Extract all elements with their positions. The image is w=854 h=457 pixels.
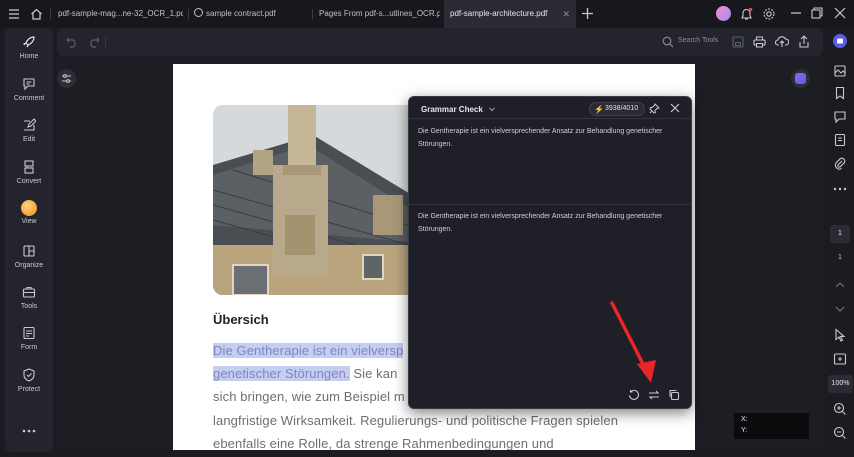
copy-icon[interactable]: [668, 389, 680, 401]
convert-icon: [22, 160, 36, 174]
document-line-5: ebenfalls eine Rolle, da strenge Rahmenb…: [213, 436, 554, 450]
x-coordinate-label: X:: [741, 416, 748, 423]
zoom-level[interactable]: 100%: [828, 375, 853, 393]
edit-icon: [22, 118, 36, 132]
grammar-title[interactable]: Grammar Check: [421, 105, 483, 114]
regenerate-icon[interactable]: [628, 389, 640, 401]
highlighted-text[interactable]: genetischer Störungen.: [213, 366, 350, 381]
comment-icon: [22, 77, 36, 91]
save-icon[interactable]: [732, 36, 744, 48]
replace-icon[interactable]: [648, 389, 660, 401]
close-tab-icon[interactable]: ✕: [562, 0, 570, 28]
redo-icon[interactable]: [88, 36, 100, 48]
avatar[interactable]: [716, 6, 731, 21]
nav-edit[interactable]: Edit: [5, 118, 53, 143]
tab-architecture[interactable]: pdf-sample-architecture.pdf ✕: [444, 0, 576, 28]
document-line-1: Die Gentherapie ist ein vielversp: [213, 343, 404, 358]
document-heading: Übersich: [213, 312, 269, 327]
highlighted-text[interactable]: Die Gentherapie ist ein vielversp: [213, 343, 404, 358]
restore-icon[interactable]: [811, 7, 823, 19]
form-icon: [22, 326, 36, 340]
search-tools-label[interactable]: Search Tools: [678, 37, 718, 44]
notification-icon[interactable]: [740, 7, 753, 21]
coordinate-readout: X: Y:: [734, 413, 809, 439]
shield-icon: [22, 368, 36, 382]
document-line-4: langfristige Wirksamkeit. Regulierungs- …: [213, 413, 619, 428]
close-icon[interactable]: [670, 103, 680, 113]
chevron-down-icon[interactable]: [833, 302, 847, 316]
nav-home[interactable]: Home: [5, 35, 53, 60]
organize-icon: [22, 244, 36, 258]
minimize-icon[interactable]: [790, 7, 802, 19]
share-icon[interactable]: [798, 35, 810, 48]
select-cursor-icon[interactable]: [833, 328, 847, 342]
total-pages: 1: [838, 254, 842, 261]
nav-tools[interactable]: Tools: [5, 285, 53, 310]
nav-organize[interactable]: Organize: [5, 244, 53, 269]
original-text[interactable]: Die Gentherapie ist ein vielversprechend…: [418, 125, 684, 151]
chevron-down-icon[interactable]: [488, 105, 496, 113]
tab-contract[interactable]: sample contract.pdf: [190, 0, 308, 28]
view-icon: [21, 200, 37, 216]
corrected-text[interactable]: Die Gentherapie ist ein vielversprechend…: [418, 210, 684, 236]
rocket-icon: [22, 35, 36, 49]
more-icon[interactable]: [833, 186, 847, 200]
nav-protect[interactable]: Protect: [5, 368, 53, 393]
lightning-icon: ⚡: [594, 105, 604, 114]
tab-magazine[interactable]: pdf-sample-mag...ne-32_OCR_1.pdf: [52, 0, 183, 28]
tab-outlines[interactable]: Pages From pdf-s...utlines_OCR.pdf: [314, 0, 440, 28]
document-line-2: genetischer Störungen. Sie kan: [213, 366, 398, 381]
attachment-icon[interactable]: [833, 157, 847, 171]
page-number-input[interactable]: 1: [830, 225, 850, 243]
zoom-out-icon[interactable]: [833, 426, 847, 440]
settings-icon[interactable]: [762, 7, 776, 21]
zoom-in-icon[interactable]: [833, 402, 847, 416]
y-coordinate-label: Y:: [741, 427, 748, 434]
bookmark-icon[interactable]: [833, 86, 847, 100]
chevron-up-icon[interactable]: [833, 278, 847, 292]
pages-icon[interactable]: [833, 133, 847, 147]
close-window-icon[interactable]: [834, 7, 846, 19]
toolbar: Search Tools: [57, 28, 823, 56]
pin-icon[interactable]: [649, 103, 660, 114]
nav-convert[interactable]: Convert: [5, 160, 53, 185]
left-navigation: Home Comment Edit Convert View Organize …: [5, 28, 53, 452]
undo-icon[interactable]: [66, 36, 78, 48]
fit-page-icon[interactable]: [833, 352, 847, 366]
menu-icon[interactable]: [8, 8, 20, 20]
tab-bar: pdf-sample-mag...ne-32_OCR_1.pdf sample …: [0, 0, 854, 28]
search-icon[interactable]: [662, 36, 674, 48]
print-icon[interactable]: [753, 36, 766, 48]
right-rail: 1 1 100%: [827, 28, 854, 457]
cloud-upload-icon[interactable]: [775, 35, 789, 48]
home-tab-icon[interactable]: [30, 8, 43, 20]
tab-status-icon: [194, 8, 203, 17]
sliders-icon[interactable]: [57, 69, 76, 88]
credits-badge: ⚡ 3938/4010: [589, 102, 646, 116]
toolbox-icon: [22, 285, 36, 299]
comment-list-icon[interactable]: [833, 110, 847, 124]
nav-form[interactable]: Form: [5, 326, 53, 351]
annotation-arrow-icon: [610, 301, 656, 383]
thumbnail-icon[interactable]: [833, 64, 847, 78]
ai-assistant-icon[interactable]: [791, 69, 810, 88]
nav-view[interactable]: View: [5, 200, 53, 225]
nav-comment[interactable]: Comment: [5, 77, 53, 102]
chat-ai-icon[interactable]: [833, 34, 847, 48]
new-tab-icon[interactable]: [581, 7, 594, 20]
more-options-icon[interactable]: [5, 428, 53, 434]
document-line-3: sich bringen, wie zum Beispiel m: [213, 389, 405, 404]
